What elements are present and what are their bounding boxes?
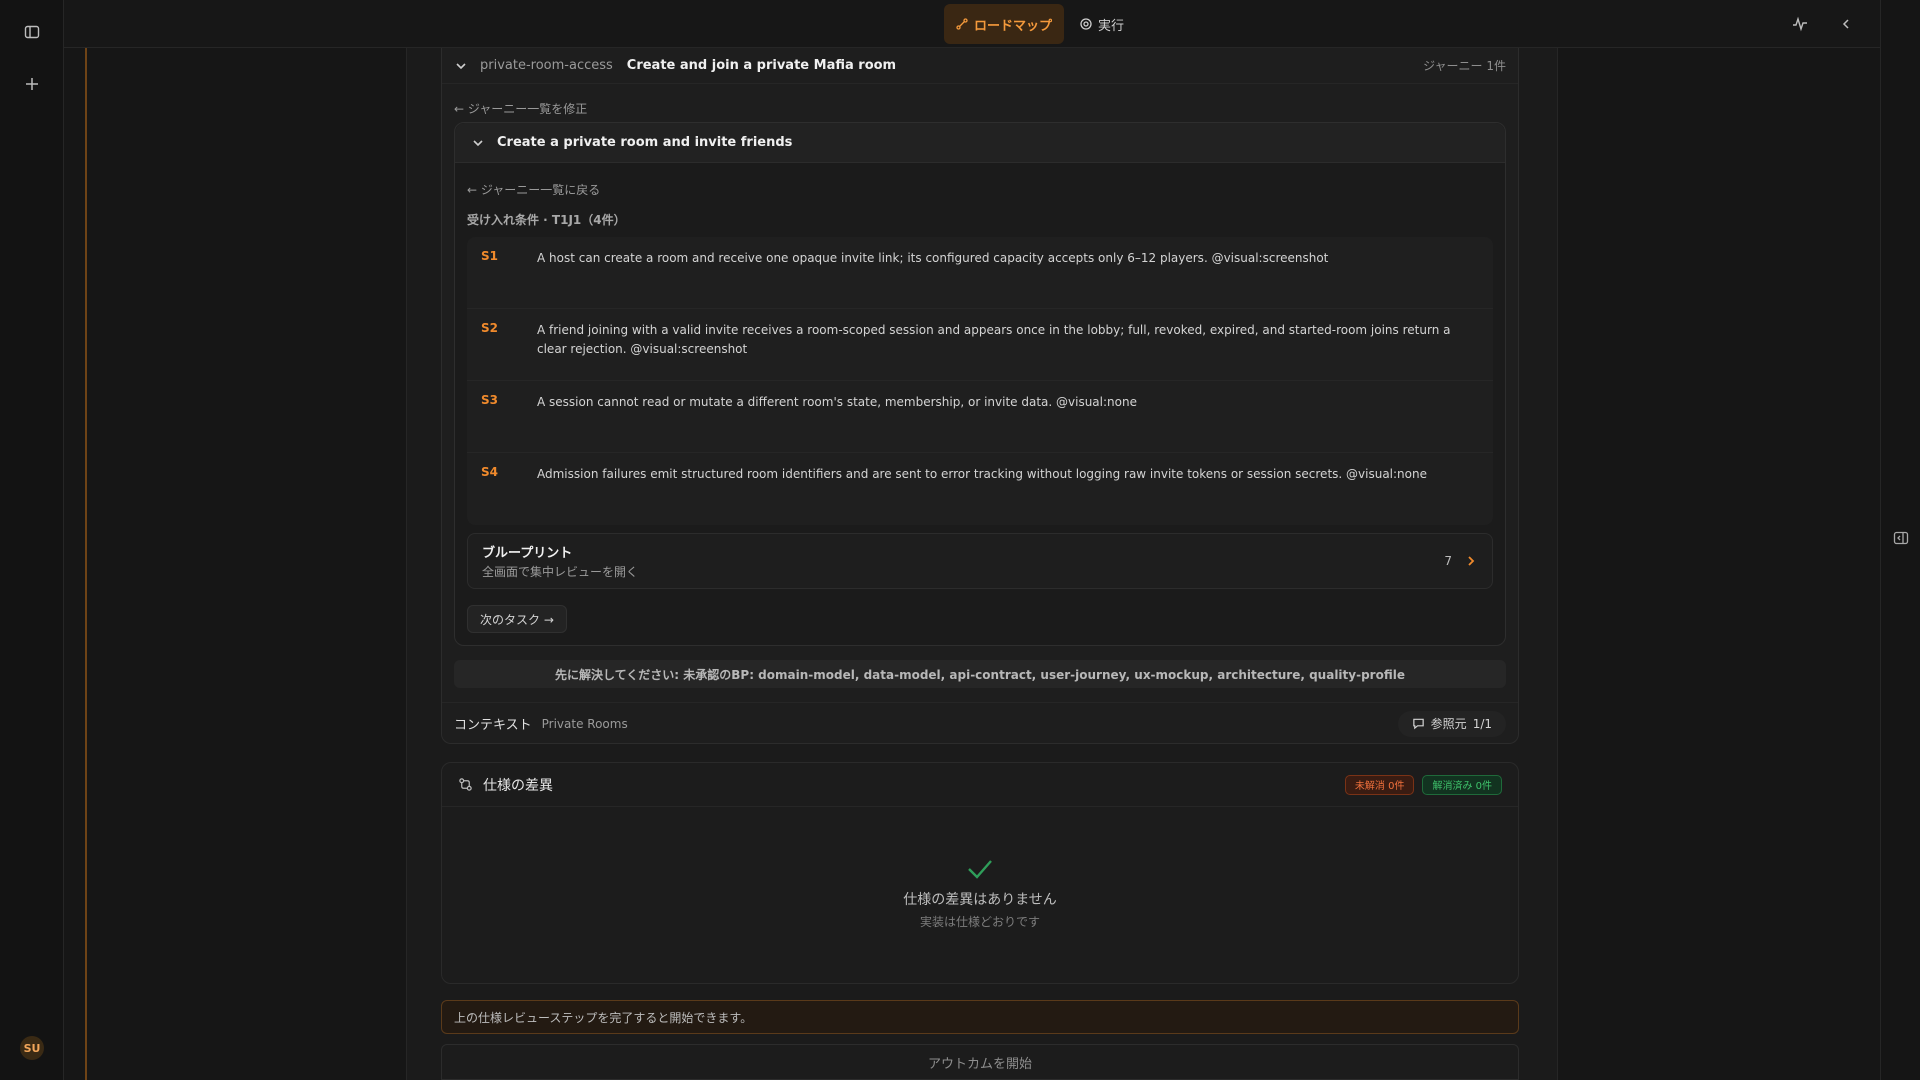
criteria-id: S3 bbox=[481, 393, 498, 407]
left-pane bbox=[64, 48, 406, 1080]
criteria-row: S2 A friend joining with a valid invite … bbox=[467, 309, 1493, 381]
task-header[interactable]: Create a private room and invite friends bbox=[455, 123, 1505, 163]
activity-icon[interactable] bbox=[1788, 12, 1812, 36]
blueprint-row[interactable]: ブループリント 全画面で集中レビューを開く 7 bbox=[467, 533, 1493, 589]
resolved-badge: 解消済み 0件 bbox=[1422, 774, 1502, 795]
panel-toggle-icon[interactable] bbox=[1893, 530, 1909, 546]
chevron-down-icon[interactable] bbox=[454, 59, 468, 73]
timeline-line bbox=[85, 48, 87, 1080]
criteria-list: S1 A host can create a room and receive … bbox=[467, 237, 1493, 525]
sidebar-toggle-icon[interactable] bbox=[20, 20, 44, 44]
criteria-text: A host can create a room and receive one… bbox=[537, 251, 1329, 265]
journey-title: Create and join a private Mafia room bbox=[626, 58, 897, 73]
review-notice: 上の仕様レビューステップを完了すると開始できます。 bbox=[441, 1000, 1519, 1034]
start-outcome-button[interactable]: アウトカムを開始 bbox=[441, 1044, 1519, 1080]
criteria-label: 受け入れ条件 · T1J1（4件） bbox=[467, 213, 626, 227]
unresolved-badge: 未解消 0件 bbox=[1344, 774, 1415, 795]
criteria-id: S1 bbox=[481, 249, 498, 263]
chevron-down-icon[interactable] bbox=[471, 136, 485, 150]
journey-slug: private-room-access bbox=[480, 58, 613, 73]
blueprint-subtitle: 全画面で集中レビューを開く bbox=[482, 565, 639, 579]
context-value: Private Rooms bbox=[541, 716, 628, 731]
roadmap-icon bbox=[956, 18, 968, 30]
journey-header[interactable]: private-room-access Create and join a pr… bbox=[442, 48, 1518, 84]
check-icon bbox=[968, 860, 992, 879]
journey-count: ジャーニー 1件 bbox=[1423, 59, 1506, 73]
tab-roadmap[interactable]: ロードマップ bbox=[944, 4, 1065, 44]
task-card: Create a private room and invite friends… bbox=[454, 122, 1506, 646]
spec-diff-empty-title: 仕様の差異はありません bbox=[903, 892, 1057, 908]
tab-roadmap-label: ロードマップ bbox=[974, 18, 1053, 34]
references-count: 1/1 bbox=[1472, 716, 1492, 731]
spec-diff-header: 仕様の差異 未解消 0件 解消済み 0件 bbox=[442, 763, 1518, 807]
spec-diff-empty: 仕様の差異はありません 実装は仕様どおりです bbox=[442, 857, 1518, 930]
edit-journeys-link[interactable]: ← ジャーニー一覧を修正 bbox=[454, 100, 587, 117]
diff-icon bbox=[459, 778, 472, 791]
left-rail: SU bbox=[0, 0, 64, 1080]
avatar[interactable]: SU bbox=[20, 1036, 44, 1060]
target-icon bbox=[1080, 18, 1092, 30]
criteria-row: S1 A host can create a room and receive … bbox=[467, 237, 1493, 309]
blueprint-count: 7 bbox=[1444, 554, 1452, 568]
journey-card: private-room-access Create and join a pr… bbox=[441, 48, 1519, 744]
criteria-id: S4 bbox=[481, 465, 498, 479]
chevron-right-icon bbox=[1468, 556, 1475, 566]
right-strip bbox=[1880, 0, 1920, 1080]
back-to-journeys-link[interactable]: ← ジャーニー一覧に戻る bbox=[467, 181, 600, 198]
criteria-text: Admission failures emit structured room … bbox=[537, 467, 1427, 481]
task-title: Create a private room and invite friends bbox=[497, 135, 793, 150]
references-button[interactable]: 参照元 1/1 bbox=[1397, 710, 1506, 737]
comment-icon bbox=[1412, 718, 1424, 730]
spec-diff-empty-subtitle: 実装は仕様どおりです bbox=[919, 915, 1040, 929]
spec-diff-card: 仕様の差異 未解消 0件 解消済み 0件 仕様の差異はありません 実装は仕様どお… bbox=[441, 762, 1519, 984]
plus-icon[interactable] bbox=[20, 72, 44, 96]
tab-execute[interactable]: 実行 bbox=[1068, 4, 1136, 44]
criteria-id: S2 bbox=[481, 321, 498, 335]
next-task-button[interactable]: 次のタスク → bbox=[467, 605, 567, 633]
tab-execute-label: 実行 bbox=[1098, 18, 1125, 34]
blueprint-title: ブループリント bbox=[482, 546, 573, 561]
context-row: コンテキスト Private Rooms 参照元 1/1 bbox=[442, 702, 1518, 744]
criteria-text: A friend joining with a valid invite rec… bbox=[537, 323, 1451, 356]
criteria-text: A session cannot read or mutate a differ… bbox=[537, 395, 1137, 409]
references-label: 参照元 bbox=[1430, 717, 1467, 731]
chevron-left-icon[interactable] bbox=[1834, 12, 1858, 36]
unresolved-warning: 先に解決してください: 未承認のBP: domain-model, data-m… bbox=[454, 660, 1506, 688]
criteria-row: S4 Admission failures emit structured ro… bbox=[467, 453, 1493, 525]
context-label: コンテキスト bbox=[454, 718, 532, 733]
spec-diff-title: 仕様の差異 bbox=[483, 777, 553, 794]
criteria-row: S3 A session cannot read or mutate a dif… bbox=[467, 381, 1493, 453]
top-bar: ロードマップ 実行 bbox=[64, 0, 1880, 48]
top-nav: ロードマップ 実行 bbox=[944, 4, 1136, 44]
